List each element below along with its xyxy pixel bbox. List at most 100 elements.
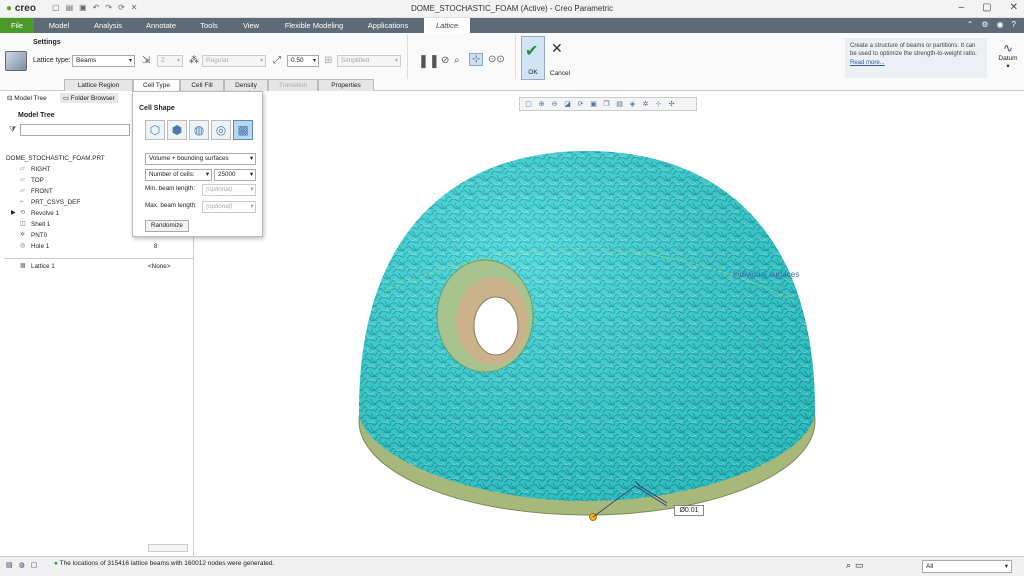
tab-annotate[interactable]: Annotate [140, 18, 182, 33]
pause-icon[interactable]: ❚❚ [418, 53, 440, 69]
cell-shape-title: Cell Shape [139, 105, 175, 112]
preview-icon[interactable]: ⌕ [454, 55, 460, 66]
stochastic-cell-icon[interactable]: ▩ [233, 120, 253, 140]
datum-display-icon[interactable]: ✲ [641, 100, 650, 109]
find-icon[interactable]: ⌕ [846, 560, 851, 571]
lattice-type-dropdown[interactable]: Beams ▾ [72, 55, 135, 67]
z-direction-dropdown[interactable]: Z ▾ [157, 55, 183, 67]
spin-center-icon[interactable]: ✣ [667, 100, 676, 109]
fullscreen-icon[interactable]: ▢ [31, 561, 38, 569]
layer-icon[interactable]: ▤ [6, 561, 13, 569]
min-beam-label: Min. beam length: [145, 185, 196, 192]
lattice-feature-icon [5, 51, 27, 71]
cell-type-panel: Cell Shape ⬡ ⬢ ◍ ◎ ▩ Volume + bounding s… [132, 91, 263, 237]
maximize-icon[interactable]: ▢ [982, 2, 991, 13]
selection-filter-icon[interactable]: ▭ [855, 560, 864, 571]
datum-button[interactable]: ∿ Datum ▾ [994, 41, 1022, 70]
browser-icon[interactable]: ◍ [19, 561, 25, 569]
refit-icon[interactable]: ▢ [524, 100, 533, 109]
verify-icon[interactable]: ⊹ [469, 53, 484, 66]
view-manager-icon[interactable]: ▤ [615, 100, 624, 109]
graphics-viewport[interactable]: Individual surfaces Ø0.01 [195, 91, 1024, 556]
collapse-ribbon-icon[interactable]: ⌃ [967, 20, 974, 29]
menu-right-controls: ⌃ ⚙ ◉ ? [967, 20, 1016, 29]
cells-mode-dropdown[interactable]: Number of cells: ▾ [145, 169, 212, 181]
chevron-down-icon: ▾ [1004, 563, 1008, 570]
chevron-down-icon: ▾ [128, 58, 132, 64]
tab-cell-type[interactable]: Cell Type [133, 79, 180, 91]
tab-tools[interactable]: Tools [194, 18, 224, 33]
close-icon[interactable]: ✕ [1010, 2, 1018, 13]
tab-file[interactable]: File [0, 18, 34, 33]
repaint-icon[interactable]: ◪ [563, 100, 572, 109]
help-icon[interactable]: ? [1012, 20, 1016, 29]
chevron-down-icon: ▾ [394, 58, 398, 64]
cylinder-cell-icon[interactable]: ◍ [189, 120, 209, 140]
status-tools: ⌕ ▭ [846, 560, 864, 571]
hexagon-cell-icon[interactable]: ⬢ [167, 120, 187, 140]
no-preview-icon[interactable]: ⊘ [441, 55, 449, 66]
simplified-icon[interactable]: ⊞ [324, 55, 332, 66]
close-icon: ✕ [551, 40, 563, 56]
zoom-out-icon[interactable]: ⊖ [550, 100, 559, 109]
tab-model-tree[interactable]: ⊟ Model Tree [4, 93, 50, 103]
max-beam-input[interactable]: (optional) ▾ [202, 201, 256, 213]
glasses-icon[interactable]: ⊙⊙ [488, 54, 505, 65]
settings-icon[interactable]: ⚙ [981, 20, 988, 29]
zoom-in-icon[interactable]: ⊕ [537, 100, 546, 109]
help-panel: Create a structure of beams or partition… [845, 38, 987, 78]
ok-button[interactable]: ✔ OK [521, 36, 545, 80]
lattice-subtabs: Lattice Region Cell Type Cell Fill Densi… [64, 79, 374, 91]
cell-orientation-icon[interactable]: ⇲ [142, 55, 150, 66]
tab-transition[interactable]: Transition [268, 79, 318, 91]
size-icon[interactable]: ⤢ [273, 55, 281, 66]
tab-model[interactable]: Model [40, 18, 78, 33]
chevron-down-icon: ▾ [176, 58, 180, 64]
cube-cell-icon[interactable]: ⬡ [145, 120, 165, 140]
boundary-dropdown[interactable]: Volume + bounding surfaces ▾ [145, 153, 256, 165]
tab-applications[interactable]: Applications [362, 18, 414, 33]
horizontal-scrollbar[interactable] [148, 544, 188, 552]
menu-bar: File Model Analysis Annotate Tools View … [0, 18, 1024, 33]
cells-count-dropdown[interactable]: 25000 ▾ [214, 169, 256, 181]
tab-folder-browser[interactable]: ▭ Folder Browser [59, 93, 118, 103]
point-icon: ✲ [20, 232, 26, 238]
display-style-icon[interactable]: ▣ [589, 100, 598, 109]
tab-lattice-region[interactable]: Lattice Region [64, 79, 133, 91]
minimize-icon[interactable]: – [959, 2, 965, 13]
size-dropdown[interactable]: 0.50 ▾ [287, 55, 319, 67]
datum-icon: ∿ [1002, 41, 1014, 55]
hole-icon: ◎ [20, 243, 26, 249]
datum-plane-icon: ▱ [20, 188, 25, 194]
tab-flexible-modeling[interactable]: Flexible Modeling [278, 18, 350, 33]
reorient-icon[interactable]: ⟳ [576, 100, 585, 109]
simplified-dropdown[interactable]: Simplified ▾ [337, 55, 401, 67]
annotation-display-icon[interactable]: ⊹ [654, 100, 663, 109]
cell-type-icon[interactable]: ⁂ [189, 55, 199, 66]
tab-view[interactable]: View [236, 18, 266, 33]
regular-dropdown[interactable]: Regular ▾ [202, 55, 266, 67]
model-tree-title: Model Tree [18, 112, 55, 119]
cancel-button[interactable]: ✕ Cancel [547, 36, 571, 80]
read-more-link[interactable]: Read more... [850, 59, 982, 67]
dimension-tag[interactable]: Ø0.01 [674, 505, 704, 516]
chevron-down-icon: ▾ [259, 58, 263, 64]
randomize-button[interactable]: Randomize [145, 220, 189, 232]
sphere-cell-icon[interactable]: ◎ [211, 120, 231, 140]
expand-icon[interactable]: ▶ [11, 208, 16, 219]
tab-density[interactable]: Density [224, 79, 268, 91]
tree-item[interactable]: ◎ Hole 18 [0, 241, 194, 252]
tree-item-lattice[interactable]: ▦ Lattice 1 <None> [0, 261, 194, 272]
tab-lattice[interactable]: Lattice [424, 18, 470, 33]
tab-analysis[interactable]: Analysis [88, 18, 128, 33]
view-icon[interactable]: ◉ [997, 20, 1004, 29]
min-beam-input[interactable]: (optional) ▾ [202, 184, 256, 196]
perspective-icon[interactable]: ◈ [628, 100, 637, 109]
window-controls: – ▢ ✕ [959, 2, 1018, 13]
tree-search-input[interactable] [20, 124, 130, 136]
tab-properties[interactable]: Properties [318, 79, 374, 91]
saved-views-icon[interactable]: ❐ [602, 100, 611, 109]
selection-filter-dropdown[interactable]: All ▾ [922, 560, 1012, 573]
tab-cell-fill[interactable]: Cell Fill [180, 79, 224, 91]
filter-icon[interactable]: ⧩ [9, 125, 16, 135]
